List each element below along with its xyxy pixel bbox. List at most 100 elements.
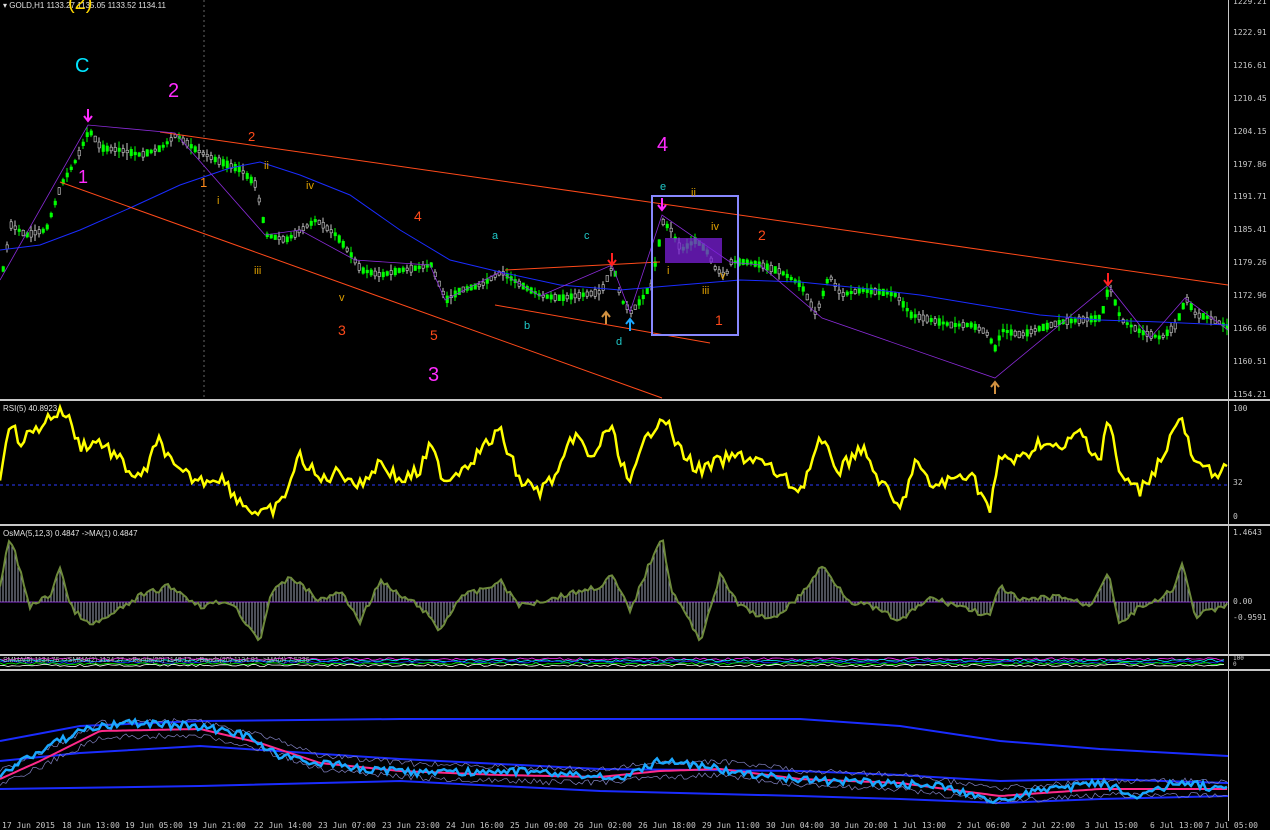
osma-signal-line [0,539,1228,642]
price-tick: 1172.96 [1233,291,1267,300]
candle-body [561,294,565,301]
candle-body [585,291,589,297]
candle-body [1049,322,1053,328]
candle-body [21,230,25,236]
candle-body [973,323,977,330]
dropdown-triangle-icon[interactable]: ▾ [3,1,7,10]
candle-body [941,321,945,325]
candle-body [777,268,781,275]
candle-body [413,265,417,271]
wave-label: ii [264,160,269,172]
price-tick: 1154.21 [1233,390,1267,399]
candle-body [37,229,41,235]
osma-tick-zero: 0.00 [1233,597,1253,606]
wave-label: 1 [715,312,723,328]
candle-body [261,217,265,223]
zigzag-line [0,124,1228,379]
candle-body [1081,316,1085,323]
wave-label: 2 [758,227,766,243]
candle-body [1037,326,1041,332]
candle-body [889,291,893,297]
top-wave-marker: (2) [68,0,93,14]
osma-tick-min: -0.9591 [1233,613,1267,622]
candle-body [165,141,169,145]
price-tick: 1160.51 [1233,357,1267,366]
osma-chart[interactable] [0,526,1228,654]
candle-body [161,144,165,148]
candle-body [817,303,821,308]
candle-body [209,155,213,160]
price-tick: 1197.86 [1233,160,1267,169]
candle-body [981,327,985,334]
osma-header: OsMA(5,12,3) 0.4847 ->MA(1) 0.4847 [3,529,138,538]
lower-trendline [59,181,663,399]
candle-body [549,294,553,300]
rsi-chart[interactable] [0,401,1228,524]
rsi-pane[interactable]: RSI(5) 40.8923 [0,401,1228,524]
candle-body [377,272,381,277]
candle-body [93,135,97,143]
candle-body [657,239,661,247]
wave-label: a [492,230,499,242]
candle-body [913,314,917,318]
candle-body [781,271,785,276]
candle-body [621,301,625,304]
price-chart-pane[interactable]: ▾ GOLD,H1 1133.27 1135.05 1133.52 1134.1… [0,0,1228,399]
candle-body [969,322,973,328]
candle-body [589,290,593,297]
candle-body [857,287,861,294]
candle-body [569,293,573,300]
candle-body [205,154,209,157]
abcde-upper-line [504,261,661,271]
candle-body [1045,322,1049,330]
candle-body [401,267,405,272]
candle-body [341,241,345,248]
candle-body [1017,331,1021,338]
candle-body [241,170,245,174]
bands-chart[interactable] [0,671,1228,821]
candle-body [1073,318,1077,323]
candle-body [953,322,957,328]
candle-body [325,225,329,231]
candle-body [937,318,941,326]
candle-body [117,147,121,152]
candle-body [281,236,285,243]
osma-pane[interactable]: OsMA(5,12,3) 0.4847 ->MA(1) 0.4847 [0,526,1228,654]
candle-body [213,156,217,163]
candle-body [917,313,921,321]
price-chart[interactable] [0,0,1228,399]
upper-band-line [0,718,1228,757]
candle-body [193,146,197,153]
candle-body [637,299,641,306]
price-tick: 1210.45 [1233,94,1267,103]
candle-body [809,301,813,309]
candle-body [713,266,717,270]
candle-body [321,222,325,229]
candle-body [921,314,925,322]
candle-body [417,265,421,270]
bands-pane[interactable] [0,671,1228,821]
candle-body [933,318,937,324]
candle-body [1201,313,1205,320]
price-axis: 1229.21 1222.91 1216.61 1210.45 1204.15 1197.… [1228,0,1270,399]
candle-body [853,289,857,294]
candle-body [277,236,281,241]
candle-body [753,260,757,267]
candle-body [145,149,149,157]
candle-body [957,323,961,327]
candle-body [201,152,205,155]
wave-label: 1 [78,167,89,187]
candle-body [633,304,637,310]
wave-label: d [616,336,623,348]
candle-body [861,288,865,292]
candle-body [1025,329,1029,337]
candle-body [1013,330,1017,337]
wave-label: 3 [338,322,346,338]
candle-body [1117,312,1121,317]
compressed-indicator-pane[interactable]: SMMA(5) 1134.76 ->SMMA(2) 1134.27 ->Band… [0,656,1228,669]
candle-body [305,224,309,228]
candle-body [825,278,829,284]
candle-body [221,159,225,167]
price-tick: 1179.26 [1233,258,1267,267]
rsi-line [0,403,1228,520]
